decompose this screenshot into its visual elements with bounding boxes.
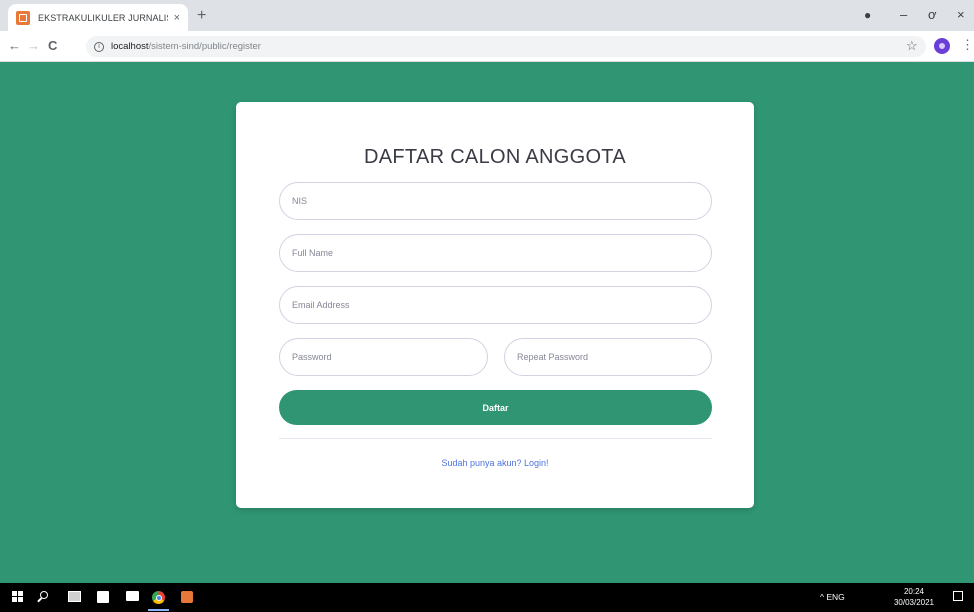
taskbar-clock[interactable]: 20:24 30/03/2021: [893, 586, 935, 608]
fullname-input[interactable]: [279, 234, 712, 272]
profile-avatar[interactable]: [934, 38, 950, 54]
chrome-icon[interactable]: [152, 591, 165, 604]
register-card: DAFTAR CALON ANGGOTA Daftar Sudah punya …: [236, 102, 754, 508]
new-tab-button[interactable]: +: [197, 6, 206, 26]
page-background: DAFTAR CALON ANGGOTA Daftar Sudah punya …: [0, 62, 974, 583]
url-path: /sistem-sind/public/register: [148, 41, 261, 52]
chrome-extension-icon[interactable]: ●: [864, 5, 871, 25]
mail-icon[interactable]: [126, 591, 139, 601]
login-link[interactable]: Sudah punya akun? Login!: [236, 458, 754, 468]
bookmark-star-icon[interactable]: ☆: [906, 38, 918, 54]
daftar-button[interactable]: Daftar: [279, 390, 712, 425]
email-input[interactable]: [279, 286, 712, 324]
windows-start-icon[interactable]: [12, 591, 24, 603]
browser-toolbar: ← → C i localhost/sistem-sind/public/reg…: [0, 31, 974, 62]
windows-taskbar: ^ ENG 20:24 30/03/2021: [0, 583, 974, 612]
browser-menu-icon[interactable]: ⋮: [961, 37, 974, 53]
site-info-icon[interactable]: i: [94, 41, 104, 52]
nis-input[interactable]: [279, 182, 712, 220]
system-tray-text[interactable]: ^ ENG: [820, 592, 845, 603]
page-title: DAFTAR CALON ANGGOTA: [364, 146, 626, 168]
divider: [279, 438, 712, 439]
minimize-button[interactable]: –: [900, 5, 907, 25]
close-window-button[interactable]: ×: [957, 5, 965, 25]
repeat-password-input[interactable]: [504, 338, 712, 376]
tab-title: EKSTRAKULIKULER JURNALISTIK: [38, 12, 168, 23]
maximize-button[interactable]: ơ: [928, 5, 937, 25]
browser-tab-strip: EKSTRAKULIKULER JURNALISTIK × + ● – ơ ×: [0, 0, 974, 31]
password-input[interactable]: [279, 338, 488, 376]
address-bar[interactable]: i localhost/sistem-sind/public/register: [86, 36, 926, 57]
clock-time: 20:24: [903, 587, 925, 596]
task-view-icon[interactable]: [68, 591, 81, 602]
back-button[interactable]: ←: [8, 37, 21, 55]
browser-tab[interactable]: EKSTRAKULIKULER JURNALISTIK ×: [8, 4, 188, 31]
forward-button[interactable]: →: [27, 37, 40, 55]
url-host: localhost: [111, 41, 149, 52]
reload-button[interactable]: C: [48, 37, 57, 55]
search-icon[interactable]: [40, 591, 48, 599]
active-app-indicator: [148, 609, 169, 611]
site-favicon-icon: [16, 10, 30, 25]
tab-close-icon[interactable]: ×: [174, 12, 180, 24]
notification-icon[interactable]: [953, 591, 963, 601]
app-icon[interactable]: [181, 591, 193, 603]
clock-date: 30/03/2021: [893, 598, 935, 607]
store-icon[interactable]: [97, 591, 109, 603]
